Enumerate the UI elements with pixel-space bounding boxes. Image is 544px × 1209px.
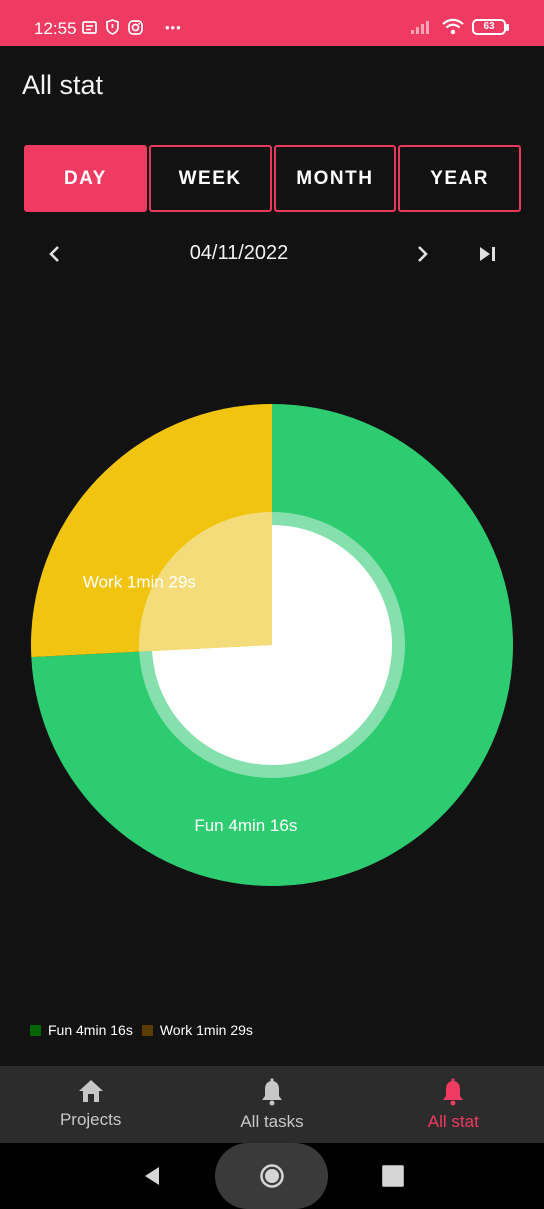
legend-label: Work 1min 29s	[159, 1022, 253, 1038]
next-date-button[interactable]	[408, 240, 436, 268]
current-date: 04/11/2022	[189, 242, 289, 264]
legend-item-fun: Fun 4min 16s	[30, 1022, 133, 1038]
nav-all-tasks[interactable]: All tasks	[181, 1066, 362, 1143]
signal-icon	[411, 20, 429, 34]
notification-icon	[82, 20, 97, 34]
home-icon	[78, 1080, 103, 1102]
period-tabs: DAY WEEK MONTH YEAR	[24, 145, 521, 212]
pie-chart-svg: Fun 4min 16s Work 1min 29s	[31, 404, 514, 886]
status-left-icons: •••	[82, 19, 182, 35]
bottom-navigation: Projects All tasks All stat	[0, 1066, 544, 1143]
legend-label: Fun 4min 16s	[48, 1022, 133, 1038]
legend-item-work: Work 1min 29s	[141, 1022, 253, 1038]
home-button[interactable]	[215, 1143, 328, 1209]
jump-to-today-button[interactable]	[474, 240, 502, 268]
tab-month[interactable]: MONTH	[273, 145, 397, 212]
nav-all-stat[interactable]: All stat	[363, 1066, 544, 1143]
status-time: 12:55	[34, 19, 77, 38]
home-circle-icon	[259, 1164, 284, 1188]
tab-year[interactable]: YEAR	[398, 145, 521, 212]
battery-icon: 63	[472, 18, 509, 35]
more-notifications-icon: •••	[165, 19, 182, 35]
bell-icon	[261, 1078, 282, 1106]
legend-swatch	[141, 1024, 153, 1036]
date-navigation: 04/11/2022	[0, 232, 544, 276]
status-bar: 12:55 ••• 63	[0, 0, 544, 46]
status-right-icons: 63	[410, 18, 509, 35]
nav-label: Projects	[59, 1110, 122, 1129]
back-icon[interactable]	[140, 1164, 164, 1188]
recents-icon[interactable]	[381, 1164, 405, 1188]
chart-legend: Fun 4min 16s Work 1min 29s	[30, 1022, 256, 1038]
system-navigation-bar	[0, 1143, 544, 1209]
nav-label: All stat	[427, 1112, 479, 1131]
nav-projects[interactable]: Projects	[0, 1066, 181, 1143]
instagram-icon	[128, 19, 143, 35]
bell-icon	[443, 1078, 464, 1106]
skip-next-icon	[480, 247, 495, 261]
slice-label-fun: Fun 4min 16s	[194, 816, 297, 835]
tab-day[interactable]: DAY	[24, 145, 147, 212]
legend-swatch	[30, 1024, 41, 1036]
wifi-icon	[442, 18, 464, 35]
tab-week[interactable]: WEEK	[148, 145, 272, 212]
chevron-right-icon	[418, 246, 428, 262]
time-pie-chart: Fun 4min 16s Work 1min 29s	[0, 380, 544, 910]
shield-icon	[106, 19, 119, 35]
nav-label: All tasks	[240, 1112, 304, 1131]
slice-label-work: Work 1min 29s	[83, 572, 196, 591]
page-title: All stat	[22, 70, 104, 100]
